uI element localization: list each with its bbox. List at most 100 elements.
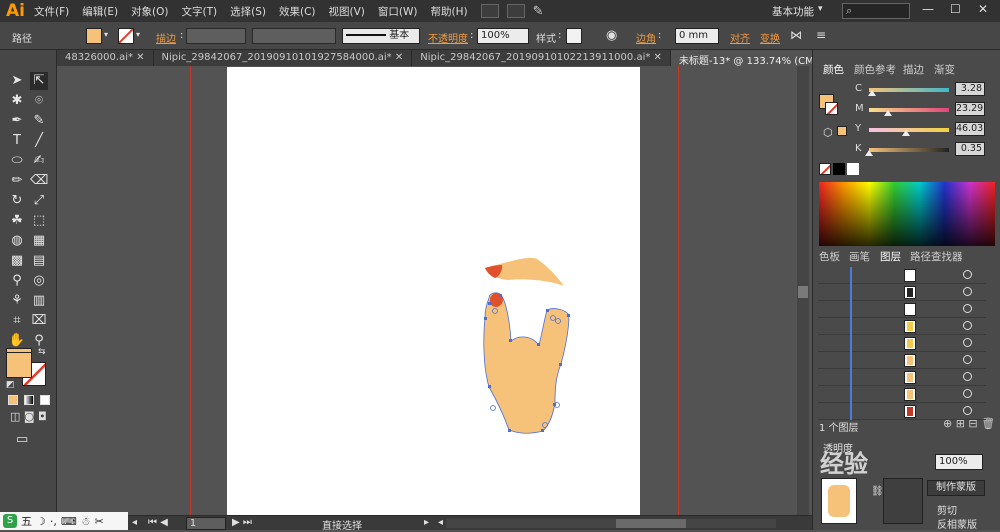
status-menu-icon[interactable]: ▸ bbox=[424, 517, 429, 528]
slice-tool-icon[interactable]: ⌧ bbox=[30, 312, 48, 330]
draw-mode-icon[interactable]: ◫ ◙ ◘ bbox=[10, 410, 47, 423]
layer-row[interactable] bbox=[818, 352, 986, 369]
rotate-tool-icon[interactable]: ↻ bbox=[8, 192, 26, 210]
layer-row[interactable] bbox=[818, 267, 986, 284]
c-slider[interactable] bbox=[867, 88, 949, 96]
menu-file[interactable]: 文件(F) bbox=[34, 4, 69, 19]
link-icon[interactable]: ⛓ bbox=[871, 486, 884, 497]
maximize-icon[interactable]: ☐ bbox=[950, 2, 961, 16]
layer-row[interactable] bbox=[818, 301, 986, 318]
direct-selection-tool-icon[interactable]: ⇱ bbox=[30, 72, 48, 90]
default-colors-icon[interactable]: ◩ bbox=[6, 380, 15, 390]
tab-color[interactable]: 颜色 bbox=[823, 62, 844, 77]
lasso-icon[interactable]: ⌾ bbox=[30, 92, 48, 110]
tab-swatches[interactable]: 色板 bbox=[819, 249, 840, 264]
target-icon[interactable] bbox=[963, 338, 972, 347]
ime-mode-label[interactable]: 五 bbox=[21, 513, 32, 529]
hscroll-left-icon[interactable]: ◂ bbox=[438, 517, 443, 528]
first-artboard-icon[interactable]: ⏮ ◀ bbox=[148, 517, 168, 528]
opacity-input[interactable]: 100% bbox=[477, 28, 529, 44]
color-spectrum[interactable] bbox=[819, 182, 995, 246]
y-value[interactable]: 46.03 bbox=[955, 122, 985, 136]
k-slider[interactable] bbox=[865, 148, 949, 156]
swap-colors-icon[interactable]: ⇆ bbox=[38, 347, 46, 357]
workspace-switcher[interactable]: 基本功能 bbox=[772, 4, 814, 19]
slider-knob[interactable] bbox=[883, 110, 892, 116]
color-mode-icon[interactable] bbox=[8, 395, 18, 405]
ime-skin-icon[interactable]: ☃ bbox=[81, 515, 91, 528]
brush-definition-dropdown[interactable]: 基本 bbox=[342, 28, 420, 44]
black-chip[interactable] bbox=[833, 163, 845, 175]
layer-row[interactable] bbox=[818, 284, 986, 301]
gradient-mode-icon[interactable] bbox=[24, 395, 34, 405]
ime-moon-icon[interactable]: ☽ bbox=[36, 515, 46, 528]
target-icon[interactable] bbox=[963, 406, 972, 415]
type-tool-icon[interactable]: T bbox=[8, 132, 26, 150]
slider-knob[interactable] bbox=[865, 150, 874, 156]
layer-row[interactable] bbox=[818, 318, 986, 335]
none-mode-icon[interactable] bbox=[40, 395, 50, 405]
ellipse-tool-icon[interactable]: ⬭ bbox=[8, 152, 26, 170]
tab-pathfinder[interactable]: 路径查找器 bbox=[910, 249, 963, 264]
tab-brushes[interactable]: 画笔 bbox=[849, 249, 870, 264]
layer-row[interactable] bbox=[818, 386, 986, 403]
perspective-grid-icon[interactable]: ▦ bbox=[30, 232, 48, 250]
stroke-weight-dropdown[interactable] bbox=[186, 28, 246, 44]
eyedropper-icon[interactable]: ⚲ bbox=[8, 272, 26, 290]
y-slider[interactable] bbox=[869, 128, 949, 136]
search-input[interactable]: ⌕ bbox=[842, 3, 910, 19]
opacity-link[interactable]: 不透明度 bbox=[428, 30, 468, 45]
target-icon[interactable] bbox=[963, 321, 972, 330]
slider-knob[interactable] bbox=[901, 130, 910, 136]
magic-wand-icon[interactable]: ✱ bbox=[8, 92, 26, 110]
menu-help[interactable]: 帮助(H) bbox=[431, 4, 468, 19]
layer-row[interactable] bbox=[818, 335, 986, 352]
target-icon[interactable] bbox=[963, 304, 972, 313]
menu-view[interactable]: 视图(V) bbox=[329, 4, 365, 19]
isolate-icon[interactable]: ⋈ bbox=[790, 28, 802, 42]
m-slider[interactable] bbox=[869, 108, 949, 116]
line-tool-icon[interactable]: ╱ bbox=[30, 132, 48, 150]
color-stroke-swatch[interactable] bbox=[825, 102, 838, 115]
stroke-link[interactable]: 描边 bbox=[156, 30, 176, 45]
curvature-tool-icon[interactable]: ✎ bbox=[30, 112, 48, 130]
graphic-style-swatch[interactable] bbox=[566, 28, 582, 44]
tab-layers[interactable]: 图层 bbox=[880, 249, 901, 264]
arrange-documents-icon[interactable] bbox=[506, 4, 525, 18]
mask-thumbnail[interactable] bbox=[883, 478, 923, 524]
chevron-down-icon[interactable]: ▾ bbox=[104, 30, 108, 39]
tab-document-2[interactable]: Nipic_29842067_20190910101927584000.ai* … bbox=[154, 50, 413, 66]
chevron-down-icon[interactable]: ▾ bbox=[136, 30, 140, 39]
menu-select[interactable]: 选择(S) bbox=[230, 4, 266, 19]
horizontal-scrollbar[interactable] bbox=[446, 519, 776, 528]
minimize-icon[interactable]: — bbox=[922, 2, 934, 16]
tab-document-1[interactable]: 48326000.ai* ✕ bbox=[57, 50, 154, 66]
artboard[interactable] bbox=[227, 67, 640, 515]
web-safe-swatch[interactable] bbox=[837, 126, 847, 136]
tab-gradient[interactable]: 渐变 bbox=[934, 62, 955, 77]
slider-knob[interactable] bbox=[867, 90, 876, 96]
chevron-down-icon[interactable]: ▾ bbox=[818, 4, 823, 14]
tab-stroke[interactable]: 描边 bbox=[903, 62, 924, 77]
object-thumbnail[interactable] bbox=[821, 478, 857, 524]
recolor-icon[interactable]: ◉ bbox=[606, 28, 617, 43]
screen-mode-icon[interactable]: ▭ bbox=[16, 432, 28, 447]
layer-row[interactable] bbox=[818, 403, 986, 420]
target-icon[interactable] bbox=[963, 355, 972, 364]
variable-width-dropdown[interactable] bbox=[252, 28, 336, 44]
selection-tool-icon[interactable]: ➤ bbox=[8, 72, 26, 90]
blend-tool-icon[interactable]: ◎ bbox=[30, 272, 48, 290]
target-icon[interactable] bbox=[963, 389, 972, 398]
menu-effect[interactable]: 效果(C) bbox=[279, 4, 316, 19]
transparency-opacity-input[interactable]: 100% bbox=[935, 454, 983, 470]
scale-tool-icon[interactable]: ⤢ bbox=[30, 192, 48, 210]
white-chip[interactable] bbox=[847, 163, 859, 175]
k-value[interactable]: 0.35 bbox=[955, 142, 985, 156]
corner-radius-input[interactable]: 0 mm bbox=[675, 28, 719, 44]
gpu-icon[interactable]: ✎ bbox=[533, 4, 544, 19]
pencil-icon[interactable]: ✏ bbox=[8, 172, 26, 190]
clip-checkbox-label[interactable]: 剪切 bbox=[937, 502, 957, 517]
warp-tool-icon[interactable]: ☘ bbox=[8, 212, 26, 230]
ime-keyboard-icon[interactable]: ⌨ bbox=[61, 515, 77, 528]
make-mask-button[interactable]: 制作蒙版 bbox=[927, 480, 985, 496]
